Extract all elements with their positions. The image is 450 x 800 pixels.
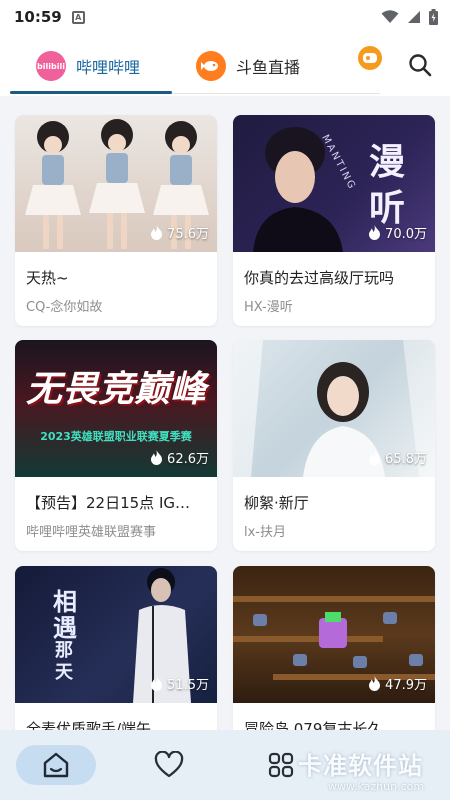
- stream-thumbnail: 65.8万: [233, 340, 435, 477]
- thumbnail-text: 漫: [369, 142, 406, 183]
- battery-icon: [429, 9, 438, 25]
- douyu-logo-icon: [196, 51, 226, 81]
- tab-label: 哔哩哔哩: [76, 58, 141, 77]
- tab-bilibili[interactable]: bilibili 哔哩哔哩: [36, 46, 140, 86]
- home-icon: [43, 752, 69, 778]
- heat-count: 47.9万: [368, 674, 427, 693]
- wifi-icon: [381, 10, 399, 23]
- stream-thumbnail: 47.9万: [233, 566, 435, 703]
- heat-count: 65.8万: [368, 448, 427, 467]
- stream-card[interactable]: 75.6万 天热~ CQ-念你如故: [15, 115, 217, 326]
- status-bar: 10:59 A: [0, 0, 450, 34]
- thumbnail-text: 2023英雄联盟职业联赛夏季赛: [40, 430, 192, 443]
- watermark-text: 卡准软件站: [298, 752, 423, 780]
- tab-label: 斗鱼直播: [236, 58, 301, 77]
- tab-douyu[interactable]: 斗鱼直播: [196, 46, 300, 86]
- status-time: 10:59: [14, 8, 62, 26]
- heat-count: 75.6万: [150, 223, 209, 242]
- stream-thumbnail: 相 遇 那 天 51.5万: [15, 566, 217, 703]
- thumbnail-text: 天: [55, 662, 73, 683]
- watermark-url: www.kazhun.com: [328, 780, 425, 793]
- stream-title: 柳絮·新厅: [244, 494, 309, 512]
- stream-thumbnail: 漫 听 MANTING 70.0万: [233, 115, 435, 252]
- stream-title: 你真的去过高级厅玩吗: [244, 269, 395, 287]
- heat-count: 51.5万: [150, 674, 209, 693]
- stream-thumbnail: 无畏竞巅峰 2023英雄联盟职业联赛夏季赛 62.6万: [15, 340, 217, 477]
- stream-thumbnail: 75.6万: [15, 115, 217, 252]
- thumbnail-text: 无畏竞巅峰: [25, 369, 206, 410]
- source-tabs: bilibili 哔哩哔哩 斗鱼直播: [0, 34, 450, 96]
- notification-icon: A: [71, 10, 85, 24]
- streamer-name: 哔哩哔哩英雄联盟赛事: [26, 525, 157, 540]
- flame-icon: [151, 225, 163, 240]
- nav-home[interactable]: [16, 745, 96, 785]
- heat-count: 70.0万: [368, 223, 427, 242]
- stream-title: 天热~: [26, 269, 69, 287]
- search-icon[interactable]: [406, 51, 434, 79]
- stream-card[interactable]: 无畏竞巅峰 2023英雄联盟职业联赛夏季赛 62.6万 【预告】22日15点 I…: [15, 340, 217, 551]
- platform-logo-icon: [363, 53, 377, 63]
- grid-icon[interactable]: [266, 751, 296, 779]
- streamer-name: lx-扶月: [244, 525, 286, 540]
- flame-icon: [369, 676, 381, 691]
- flame-icon: [151, 450, 163, 465]
- flame-icon: [369, 225, 381, 240]
- signal-icon: [408, 11, 420, 23]
- heart-icon[interactable]: [154, 751, 184, 779]
- stream-title: 【预告】22日15点 IG…: [26, 494, 190, 512]
- flame-icon: [151, 676, 163, 691]
- bilibili-logo-icon: bilibili: [36, 51, 66, 81]
- stream-card[interactable]: 65.8万 柳絮·新厅 lx-扶月: [233, 340, 435, 551]
- tab-more-platform[interactable]: [358, 46, 382, 70]
- heat-count: 62.6万: [150, 448, 209, 467]
- streamer-name: HX-漫听: [244, 300, 293, 315]
- stream-card[interactable]: 漫 听 MANTING 70.0万 你真的去过高级厅玩吗 HX-漫听: [233, 115, 435, 326]
- flame-icon: [369, 450, 381, 465]
- active-tab-indicator: [10, 91, 172, 94]
- streamer-name: CQ-念你如故: [26, 300, 103, 315]
